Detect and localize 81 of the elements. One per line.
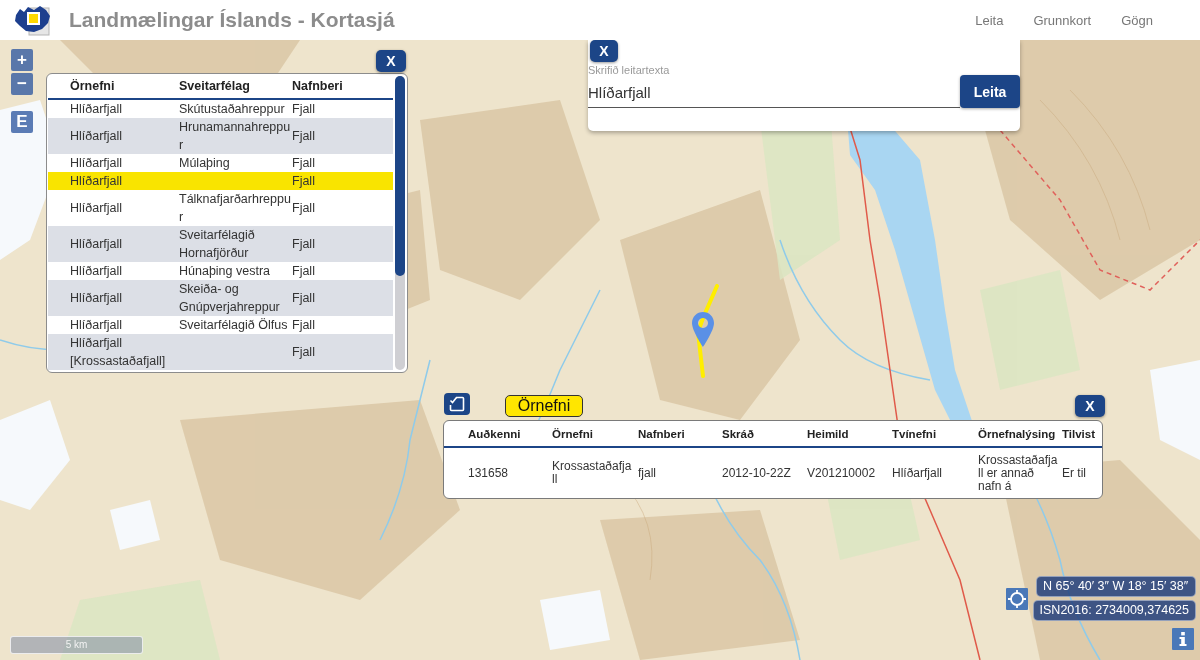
extent-button[interactable]: E [11, 111, 33, 133]
crosshair-icon [1006, 588, 1028, 610]
table-cell-text: Hlíðarfjall [69, 290, 124, 307]
table-cell-text: Hlíðarfjall [69, 200, 124, 217]
scrollbar-track[interactable] [395, 76, 405, 370]
highlighted-line[interactable] [695, 284, 721, 378]
table-cell-text: Hlíðarfjall [69, 317, 124, 334]
table-cell-text: Hlíðarfjall [69, 263, 124, 280]
app-title: Landmælingar Íslands - Kortasjá [69, 8, 395, 32]
table-cell-text: Sveitarfélagið Ölfus [179, 317, 289, 334]
table-cell-text: fjall [638, 466, 657, 480]
table-cell-text: Fjall [292, 317, 316, 334]
zoom-out-button[interactable]: − [11, 73, 33, 95]
table-cell-text: Fjall [292, 200, 316, 217]
table-cell-text: Krossastaðafjall er annað nafn á [978, 453, 1059, 493]
column-header: Heimild [807, 427, 850, 440]
locate-button[interactable] [1006, 588, 1028, 610]
table-cell-text: Fjall [292, 155, 316, 172]
table-cell-text: Hlíðarfjall [69, 236, 124, 253]
table-cell-text: Er til [1062, 466, 1087, 480]
column-header: Tvínefni [892, 427, 938, 440]
action-button[interactable] [444, 393, 470, 415]
table-cell-text: Krossastaðafjall [552, 460, 633, 486]
nav-link[interactable]: Leita [975, 10, 1004, 30]
table-cell-text: Skútustaðahreppur [179, 101, 286, 118]
field-label: Skrifið leitartexta [588, 64, 670, 77]
table-cell-text: Hlíðarfjall [69, 173, 124, 190]
table-cell-text: Fjall [292, 173, 316, 190]
column-header: Örnefni [552, 427, 594, 440]
table-cell-text: Hrunamannahreppur [179, 119, 292, 154]
scale-bar: 5 km [10, 636, 143, 654]
result-row[interactable]: Hlíðarfjall Sveitarfélagið Hornafjörður Fjall [48, 226, 393, 262]
result-row[interactable]: Hlíðarfjall Fjall [48, 172, 393, 190]
column-header: Sveitarfélag [179, 78, 251, 95]
column-header: Örnefnalýsing [978, 427, 1057, 440]
search-button[interactable]: Leita [960, 75, 1020, 108]
table-cell-text: Fjall [292, 344, 316, 361]
logo-icon [15, 3, 51, 37]
zoom-in-button[interactable]: + [11, 49, 33, 71]
result-row[interactable]: Hlíðarfjall Sveitarfélagið Ölfus Fjall [48, 316, 393, 334]
checked-square-icon [449, 396, 465, 412]
table-cell-text: Fjall [292, 101, 316, 118]
layer-tab[interactable]: Örnefni [505, 395, 583, 417]
table-cell-text: Hlíðarfjall [Krossastaðafjall] [69, 335, 167, 370]
coordinate-display: N 65° 40′ 3″ W 18° 15′ 38″ [1036, 576, 1196, 597]
table-cell-text: V201210002 [807, 466, 877, 480]
table-cell-text: Tálknafjarðarhreppur [179, 191, 292, 226]
nav-link[interactable]: Gögn [1121, 10, 1153, 30]
table-cell-text: Fjall [292, 290, 316, 307]
table-cell-text: Hlíðarfjall [892, 466, 943, 480]
info-button[interactable] [1172, 628, 1194, 650]
table-cell-text: 2012-10-22Z [722, 466, 792, 480]
close-button[interactable]: X [1075, 395, 1105, 417]
table-cell-text: Skeiða- og Gnúpverjahreppur [179, 281, 281, 316]
scrollbar-thumb[interactable] [395, 76, 405, 276]
table-cell-text: Múlaþing [179, 155, 231, 172]
close-button[interactable]: X [590, 40, 618, 62]
table-cell-text: 131658 [467, 466, 510, 480]
table-cell-text: Fjall [292, 263, 316, 280]
result-row[interactable]: Hlíðarfjall Skútustaðahreppur Fjall [48, 100, 393, 118]
table-cell-text: Fjall [292, 128, 316, 145]
result-row[interactable]: Hlíðarfjall Múlaþing Fjall [48, 154, 393, 172]
table-cell-text: Hlíðarfjall [69, 101, 124, 118]
column-header: Örnefni [69, 78, 116, 95]
nav-link[interactable]: Grunnkort [1033, 10, 1092, 30]
result-row[interactable]: Hlíðarfjall [Krossastaðafjall] Fjall [48, 334, 393, 370]
table-cell-text: Húnaþing vestra [179, 263, 272, 280]
map-marker-icon[interactable] [692, 312, 714, 347]
result-row[interactable]: Hlíðarfjall Húnaþing vestra Fjall [48, 262, 393, 280]
column-header: Auðkenni [467, 427, 522, 440]
table-cell-text: Fjall [292, 236, 316, 253]
close-button[interactable]: X [376, 50, 406, 72]
column-header: Skráð [722, 427, 755, 440]
coordinate-display: ISN2016: 2734009,374625 [1032, 600, 1196, 621]
column-header: Nafnberi [292, 78, 344, 95]
table-cell-text: Sveitarfélagið Hornafjörður [179, 227, 256, 262]
info-icon [1172, 628, 1194, 650]
column-header: Tilvist [1062, 427, 1097, 440]
column-header: Nafnberi [638, 427, 686, 440]
table-cell-text: Hlíðarfjall [69, 128, 124, 145]
table-cell-text: Hlíðarfjall [69, 155, 124, 172]
